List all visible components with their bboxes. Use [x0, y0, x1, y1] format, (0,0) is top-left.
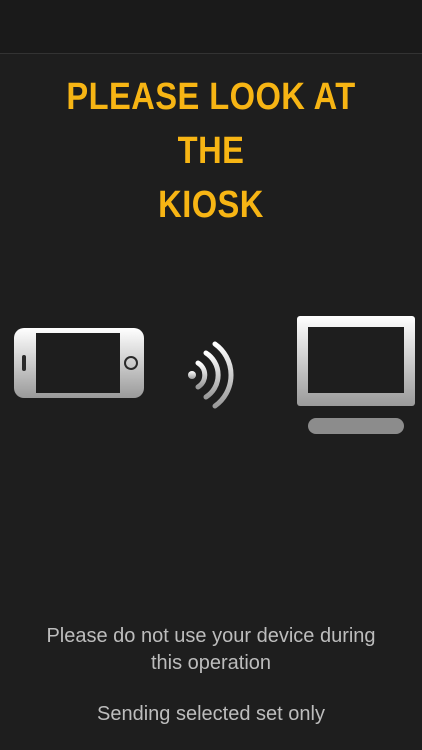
page-title-line-1: PLEASE LOOK AT THE: [66, 76, 356, 172]
usage-warning-line-1: Please do not use your device during: [46, 625, 376, 647]
page-title: PLEASE LOOK AT THE KIOSK: [30, 70, 393, 232]
status-message: Sending selected set only: [97, 703, 325, 725]
usage-warning: Please do not use your device during thi…: [0, 623, 422, 677]
top-bar: [0, 0, 422, 54]
page-title-line-2: KIOSK: [158, 184, 264, 226]
usage-warning-line-2: this operation: [150, 652, 272, 674]
wireless-signal-icon: [188, 341, 234, 409]
monitor-icon: [297, 316, 415, 434]
smartphone-landscape-icon: [14, 328, 144, 398]
